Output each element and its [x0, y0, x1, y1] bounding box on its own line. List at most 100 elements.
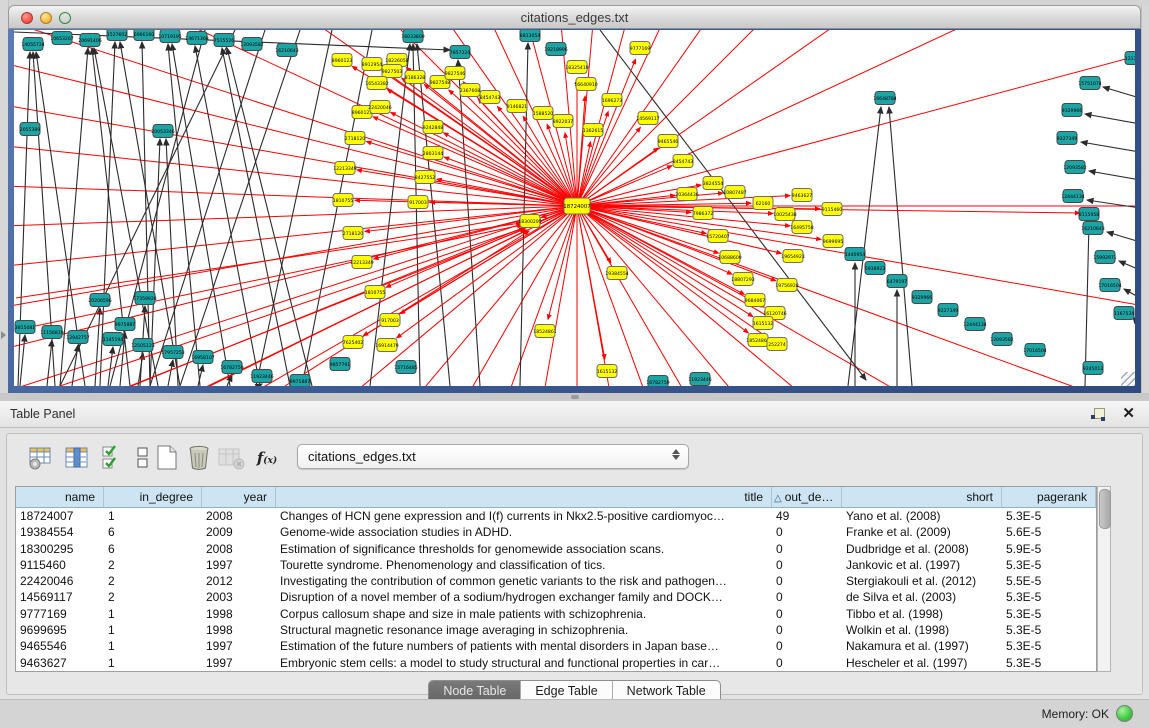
column-header-title[interactable]: title: [276, 487, 772, 507]
cell-short[interactable]: Hescheler et al. (1997): [842, 655, 1002, 671]
node[interactable]: 12093582: [990, 333, 1013, 346]
cell-out_de[interactable]: 0: [772, 638, 842, 654]
table-body[interactable]: 1872400712008Changes of HCN gene express…: [16, 508, 1096, 671]
node[interactable]: 16958107: [191, 351, 214, 364]
cell-name[interactable]: 18300295: [16, 541, 104, 557]
network-canvas[interactable]: 1405572410653267206914061527602696616010…: [14, 30, 1135, 386]
edge[interactable]: [848, 107, 881, 386]
cell-name[interactable]: 9777169: [16, 606, 104, 622]
edge[interactable]: [180, 30, 300, 386]
cell-in_degree[interactable]: 1: [104, 638, 202, 654]
selected-node[interactable]: 2803144: [423, 147, 444, 160]
node[interactable]: 11923446: [688, 373, 711, 386]
cell-pagerank[interactable]: 5.3E-5: [1002, 638, 1096, 654]
node[interactable]: 9227349: [1057, 132, 1078, 145]
node[interactable]: 1167534: [1114, 307, 1135, 320]
node[interactable]: 9245012: [1083, 362, 1104, 375]
selected-node[interactable]: 20364436: [675, 188, 698, 201]
cell-short[interactable]: Wolkin et al. (1998): [842, 622, 1002, 638]
selected-node[interactable]: 16914479: [375, 339, 398, 352]
node[interactable]: 15992971: [1093, 251, 1116, 264]
node[interactable]: 15716485: [394, 361, 417, 374]
edge[interactable]: [47, 340, 52, 386]
edge[interactable]: [889, 107, 912, 386]
cell-name[interactable]: 9699695: [16, 622, 104, 638]
column-header-year[interactable]: year: [202, 487, 276, 507]
selected-node[interactable]: 1615132: [597, 365, 618, 378]
node[interactable]: 9975887: [290, 375, 311, 387]
cell-in_degree[interactable]: 1: [104, 655, 202, 671]
node[interactable]: 17359928: [133, 292, 156, 305]
selected-edge[interactable]: [577, 206, 1135, 386]
selected-edge[interactable]: [577, 206, 1135, 386]
edge[interactable]: [108, 347, 113, 386]
cell-out_de[interactable]: 0: [772, 622, 842, 638]
cell-pagerank[interactable]: 5.3E-5: [1002, 557, 1096, 573]
selected-node[interactable]: 15720407: [706, 230, 729, 243]
selected-node[interactable]: 252274: [767, 338, 787, 351]
selected-node[interactable]: 9242848: [423, 121, 444, 134]
cell-pagerank[interactable]: 5.3E-5: [1002, 655, 1096, 671]
selected-node[interactable]: 18524861: [533, 325, 556, 338]
edge[interactable]: [1081, 142, 1135, 152]
selected-node[interactable]: 2367608: [460, 84, 481, 97]
selected-node[interactable]: 1810755: [365, 286, 386, 299]
selected-edge[interactable]: [577, 30, 1135, 206]
node[interactable]: 12093582: [240, 38, 263, 51]
selected-edge[interactable]: [60, 228, 524, 386]
cell-out_de[interactable]: 49: [772, 508, 842, 524]
selected-node[interactable]: 9777169: [630, 42, 651, 55]
table-row[interactable]: 2242004622012Investigating the contribut…: [16, 573, 1096, 589]
node[interactable]: 16782759: [646, 376, 669, 387]
cell-year[interactable]: 2009: [202, 524, 276, 540]
cell-pagerank[interactable]: 5.3E-5: [1002, 589, 1096, 605]
node[interactable]: 9329966: [1062, 104, 1083, 117]
cell-name[interactable]: 9465546: [16, 638, 104, 654]
selected-node[interactable]: 18524861: [746, 334, 769, 347]
close-panel-icon[interactable]: ✕: [1122, 404, 1135, 422]
node[interactable]: 16210643: [1081, 222, 1104, 235]
selected-edge[interactable]: [14, 206, 577, 251]
cell-year[interactable]: 2003: [202, 589, 276, 605]
function-builder-icon[interactable]: f(x): [253, 444, 281, 472]
node[interactable]: 1145194: [103, 333, 124, 346]
selected-node[interactable]: 1588520: [533, 107, 554, 120]
cell-year[interactable]: 1997: [202, 557, 276, 573]
cell-in_degree[interactable]: 1: [104, 622, 202, 638]
selected-node[interactable]: 9827503: [382, 65, 403, 78]
cell-short[interactable]: Franke et al. (2009): [842, 524, 1002, 540]
node[interactable]: 3815081: [15, 321, 36, 334]
cell-pagerank[interactable]: 5.3E-5: [1002, 606, 1096, 622]
selected-node[interactable]: 10025438: [773, 208, 796, 221]
node[interactable]: 16033809: [401, 30, 424, 43]
selected-node[interactable]: 8922037: [553, 115, 574, 128]
scrollbar-thumb[interactable]: [1099, 489, 1111, 529]
cell-out_de[interactable]: 0: [772, 573, 842, 589]
cell-title[interactable]: Estimation of the future numbers of pati…: [276, 638, 772, 654]
selected-edge[interactable]: [577, 30, 1135, 206]
edge[interactable]: [1124, 289, 1135, 298]
float-panel-icon[interactable]: [1091, 407, 1105, 421]
cell-in_degree[interactable]: 2: [104, 557, 202, 573]
node[interactable]: 19218996: [544, 43, 567, 56]
selected-edge[interactable]: [397, 206, 577, 338]
node[interactable]: 17957253: [161, 346, 184, 359]
node[interactable]: 17016504: [1098, 279, 1121, 292]
selected-node[interactable]: 16543382: [365, 77, 388, 90]
cell-out_de[interactable]: 0: [772, 541, 842, 557]
show-columns-icon[interactable]: [63, 444, 91, 472]
cell-title[interactable]: Investigating the contribution of common…: [276, 573, 772, 589]
cell-name[interactable]: 19384554: [16, 524, 104, 540]
cell-pagerank[interactable]: 5.5E-5: [1002, 573, 1096, 589]
node[interactable]: 2055389: [20, 123, 41, 136]
table-vertical-scrollbar[interactable]: [1097, 486, 1111, 672]
table-options-icon[interactable]: [27, 444, 55, 472]
selected-node[interactable]: 14569117: [636, 112, 659, 125]
table-selector-dropdown[interactable]: citations_edges.txt: [297, 444, 689, 469]
selected-edge[interactable]: [577, 206, 1135, 386]
select-rows-icon[interactable]: [99, 444, 127, 472]
selected-node[interactable]: 1615132: [753, 317, 774, 330]
selected-node[interactable]: 1362615: [583, 124, 604, 137]
selected-node[interactable]: 8912954: [362, 58, 383, 71]
node[interactable]: 9227349: [938, 304, 959, 317]
